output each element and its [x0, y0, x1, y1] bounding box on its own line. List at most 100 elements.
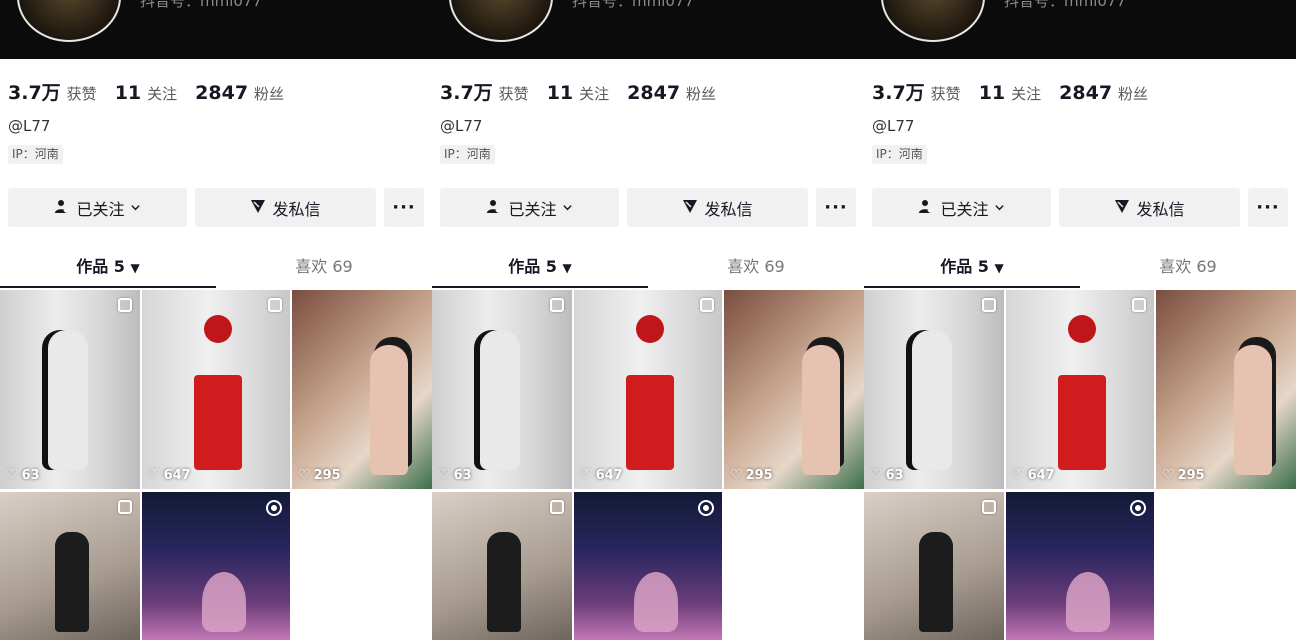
more-options-button[interactable]: ··· — [384, 188, 424, 227]
multi-image-icon — [982, 500, 996, 514]
likes-count[interactable]: 3.7万 — [8, 78, 61, 105]
video-thumbnail[interactable]: ♡ 295 — [292, 290, 432, 489]
send-message-button[interactable]: 发私信 — [195, 188, 376, 227]
profile-panel-1: 抖音号：mml077 3.7万 获赞 11 关注 2847 粉丝 @L77 IP… — [0, 0, 432, 640]
ip-location-tag: IP：河南 — [872, 145, 927, 164]
video-thumbnail[interactable] — [864, 492, 1004, 640]
like-count-value: 295 — [745, 467, 773, 483]
likes-count[interactable]: 3.7万 — [872, 78, 925, 105]
tab-works[interactable]: 作品 5 ▼ — [432, 248, 648, 288]
like-count-value: 63 — [453, 467, 472, 483]
video-thumbnail[interactable]: ♡ 647 — [142, 290, 290, 489]
video-thumbnail[interactable] — [142, 492, 290, 640]
more-options-button[interactable]: ··· — [816, 188, 856, 227]
like-count: ♡ 295 — [298, 467, 341, 483]
video-thumbnail[interactable]: ♡ 647 — [1006, 290, 1154, 489]
multi-image-icon — [982, 298, 996, 312]
more-icon: ··· — [824, 197, 848, 218]
following-count[interactable]: 11 — [979, 82, 1005, 104]
video-thumbnail[interactable]: ♡ 63 — [432, 290, 572, 489]
thumbnail-figure — [480, 330, 520, 470]
followers-label: 粉丝 — [254, 85, 285, 103]
video-thumbnail[interactable]: ♡ 295 — [724, 290, 864, 489]
douyin-id: 抖音号：mml077 — [1004, 0, 1127, 10]
video-thumbnail[interactable] — [432, 492, 572, 640]
video-thumbnail[interactable]: ♡ 63 — [864, 290, 1004, 489]
video-thumbnail[interactable]: ♡ 647 — [574, 290, 722, 489]
ip-location-tag: IP：河南 — [440, 145, 495, 164]
like-count-value: 63 — [885, 467, 904, 483]
profile-panel-2: 抖音号：mml077 3.7万 获赞 11 关注 2847 粉丝 @L77 IP… — [432, 0, 864, 640]
caret-down-icon: ▼ — [562, 261, 572, 275]
multi-image-icon — [550, 500, 564, 514]
content-tabs: 作品 5 ▼ 喜欢 69 — [432, 248, 864, 288]
following-count[interactable]: 11 — [115, 82, 141, 104]
chevron-down-icon — [130, 198, 141, 217]
profile-header: 抖音号：mml077 — [432, 0, 864, 59]
douyin-id: 抖音号：mml077 — [140, 0, 263, 10]
like-count-value: 647 — [1027, 467, 1055, 483]
tab-works-label: 作品 5 — [76, 257, 125, 276]
like-count: ♡ 647 — [148, 467, 191, 483]
tab-likes[interactable]: 喜欢 69 — [1080, 248, 1296, 286]
thumbnail-figure — [626, 375, 674, 470]
send-message-button[interactable]: 发私信 — [627, 188, 808, 227]
profile-panel-3: 抖音号：mml077 3.7万 获赞 11 关注 2847 粉丝 @L77 IP… — [864, 0, 1296, 640]
like-count: ♡ 63 — [6, 467, 40, 483]
following-count[interactable]: 11 — [547, 82, 573, 104]
send-icon — [1114, 198, 1130, 218]
heart-icon: ♡ — [298, 467, 311, 483]
more-icon: ··· — [1256, 197, 1280, 218]
like-count-value: 647 — [595, 467, 623, 483]
followed-button[interactable]: 已关注 — [872, 188, 1051, 227]
user-handle: @L77 — [872, 117, 915, 135]
avatar[interactable] — [17, 0, 121, 42]
video-thumbnail[interactable]: ♡ 63 — [0, 290, 140, 489]
more-options-button[interactable]: ··· — [1248, 188, 1288, 227]
followers-count[interactable]: 2847 — [627, 82, 680, 104]
thumbnail-figure — [1058, 375, 1106, 470]
avatar[interactable] — [449, 0, 553, 42]
followers-count[interactable]: 2847 — [1059, 82, 1112, 104]
likes-label: 获赞 — [930, 85, 961, 103]
send-icon — [682, 198, 698, 218]
thumbnail-figure — [370, 345, 408, 475]
like-count-value: 295 — [313, 467, 341, 483]
followed-button[interactable]: 已关注 — [8, 188, 187, 227]
followers-label: 粉丝 — [1118, 85, 1149, 103]
heart-icon: ♡ — [730, 467, 743, 483]
multi-image-icon — [550, 298, 564, 312]
screenshot-row: 抖音号：mml077 3.7万 获赞 11 关注 2847 粉丝 @L77 IP… — [0, 0, 1296, 640]
video-thumbnail[interactable] — [1006, 492, 1154, 640]
send-message-button[interactable]: 发私信 — [1059, 188, 1240, 227]
tab-likes[interactable]: 喜欢 69 — [216, 248, 432, 286]
followed-label: 已关注 — [76, 199, 125, 219]
tab-likes[interactable]: 喜欢 69 — [648, 248, 864, 286]
thumbnail-figure — [1234, 345, 1272, 475]
followers-count[interactable]: 2847 — [195, 82, 248, 104]
video-thumbnail[interactable]: ♡ 295 — [1156, 290, 1296, 489]
avatar[interactable] — [881, 0, 985, 42]
stats-row: 3.7万 获赞 11 关注 2847 粉丝 — [8, 78, 302, 105]
heart-icon: ♡ — [438, 467, 451, 483]
user-check-icon — [54, 198, 71, 218]
like-count: ♡ 295 — [1162, 467, 1205, 483]
followed-label: 已关注 — [940, 199, 989, 219]
followed-button[interactable]: 已关注 — [440, 188, 619, 227]
like-count-value: 63 — [21, 467, 40, 483]
thumbnail-figure — [919, 532, 953, 632]
live-icon — [1130, 500, 1146, 516]
tab-works[interactable]: 作品 5 ▼ — [0, 248, 216, 288]
thumbnail-figure — [487, 532, 521, 632]
tab-works[interactable]: 作品 5 ▼ — [864, 248, 1080, 288]
thumbnail-figure — [202, 572, 246, 632]
followers-label: 粉丝 — [686, 85, 717, 103]
thumbnail-figure — [55, 532, 89, 632]
video-thumbnail[interactable] — [0, 492, 140, 640]
like-count: ♡ 63 — [438, 467, 472, 483]
user-handle: @L77 — [440, 117, 483, 135]
thumbnail-figure — [636, 315, 664, 343]
likes-count[interactable]: 3.7万 — [440, 78, 493, 105]
video-thumbnail[interactable] — [574, 492, 722, 640]
following-label: 关注 — [1011, 85, 1042, 103]
